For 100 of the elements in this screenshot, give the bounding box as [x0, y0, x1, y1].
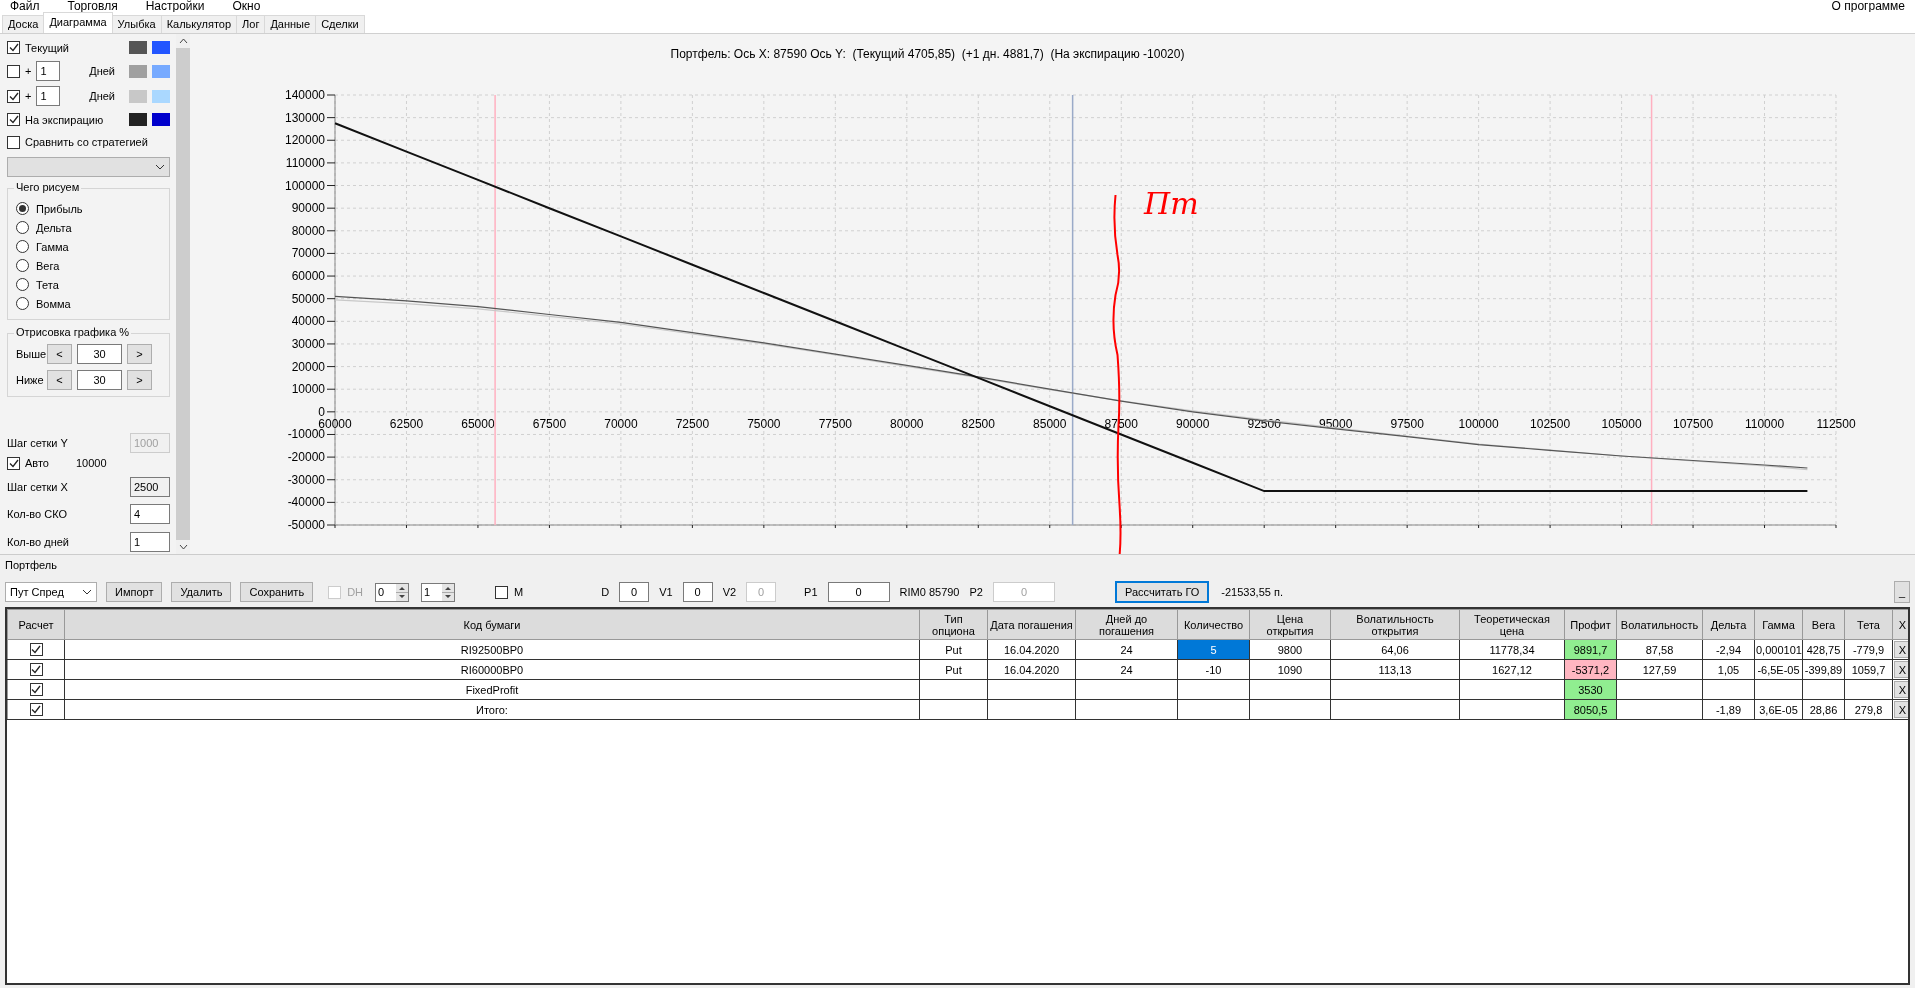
axis-tick-label: -20000 [287, 450, 325, 465]
axis-tick-label: 90000 [291, 201, 325, 216]
delete-button[interactable]: X [1894, 701, 1908, 718]
color-swatch[interactable] [152, 41, 170, 55]
tab[interactable]: Сделки [315, 15, 365, 33]
column-header[interactable]: Цена открытия [1249, 609, 1331, 640]
color-swatch[interactable] [129, 113, 147, 127]
column-header[interactable]: Дней до погашения [1075, 609, 1178, 640]
field-label: P1 [804, 586, 818, 598]
axis-tick-label: 80000 [291, 223, 325, 238]
axis-tick-label: 92500 [1247, 416, 1281, 431]
checkbox-label: M [514, 586, 524, 598]
radio-button[interactable] [16, 297, 29, 310]
radio-label: Вомма [36, 297, 71, 310]
menu-item[interactable]: Окно [232, 0, 261, 12]
column-header[interactable]: Расчет [7, 609, 65, 640]
delete-button[interactable]: X [1894, 641, 1908, 658]
decrease-button[interactable]: < [47, 344, 72, 364]
axis-tick-label: 77500 [818, 416, 852, 431]
menu-item[interactable]: Настройки [145, 0, 205, 12]
menu-item[interactable]: О программе [1831, 0, 1905, 12]
checkbox[interactable] [29, 643, 43, 656]
tab[interactable]: Доска [2, 15, 45, 33]
tab[interactable]: Данные [264, 15, 317, 33]
tab[interactable]: Улыбка [111, 15, 162, 33]
value-field[interactable]: 0 [682, 582, 713, 602]
setting-label: Шаг сетки Y [7, 436, 68, 449]
axis-tick-label: 60000 [291, 268, 325, 283]
radio-button[interactable] [16, 259, 29, 272]
axis-tick-label: 107500 [1673, 416, 1714, 431]
checkbox[interactable] [7, 65, 20, 78]
checkbox[interactable] [7, 89, 20, 103]
checkbox-label: Текущий [25, 41, 69, 54]
value-field[interactable]: 0 [827, 582, 890, 602]
column-header[interactable]: Количество [1177, 609, 1250, 640]
days-field[interactable]: 1 [36, 86, 61, 107]
axis-tick-label: 72500 [675, 416, 710, 431]
column-header[interactable]: Дельта [1702, 609, 1755, 640]
spin-field[interactable]: 1 [421, 582, 456, 602]
color-swatch[interactable] [129, 65, 147, 78]
axis-tick-label: 102500 [1530, 416, 1571, 431]
increase-button[interactable]: > [127, 344, 152, 364]
checkbox[interactable] [7, 113, 20, 127]
menu-item[interactable]: Торговля [67, 0, 118, 12]
checkbox[interactable] [7, 135, 20, 149]
color-swatch[interactable] [129, 89, 147, 103]
minimize-button[interactable]: _ [1894, 581, 1910, 603]
spin-field[interactable]: 0 [375, 582, 410, 602]
checkbox[interactable] [7, 456, 20, 470]
strategy-select[interactable]: Пут Спред [5, 582, 97, 602]
checkbox-label: Авто [25, 457, 49, 470]
column-header[interactable]: Код бумаги [64, 609, 920, 640]
percent-field[interactable]: 30 [77, 370, 122, 390]
setting-field[interactable]: 1 [130, 531, 170, 552]
column-header[interactable]: Гамма [1754, 609, 1803, 640]
column-header[interactable]: Профит [1564, 609, 1617, 640]
delete-button[interactable]: X [1894, 661, 1908, 678]
color-swatch[interactable] [129, 41, 147, 55]
action-button[interactable]: Удалить [171, 582, 232, 602]
column-header[interactable]: Дата погашения [987, 609, 1076, 640]
column-header[interactable]: Вега [1802, 609, 1845, 640]
setting-field[interactable]: 4 [130, 504, 170, 525]
decrease-button[interactable]: < [47, 370, 72, 390]
checkbox[interactable] [29, 663, 43, 676]
color-swatch[interactable] [152, 65, 170, 78]
column-header[interactable]: Тета [1844, 609, 1893, 640]
column-header[interactable]: Волатильность [1616, 609, 1703, 640]
column-header[interactable]: Волатильность открытия [1330, 609, 1460, 640]
action-button[interactable]: Сохранить [240, 582, 314, 602]
setting-field[interactable]: 2500 [130, 476, 170, 497]
radio-button[interactable] [16, 278, 29, 291]
value-field[interactable]: 0 [619, 582, 650, 602]
days-field[interactable]: 1 [36, 61, 61, 82]
percent-field[interactable]: 30 [77, 344, 122, 364]
action-button[interactable]: Импорт [106, 582, 163, 602]
increase-button[interactable]: > [127, 370, 152, 390]
scrollbar[interactable] [176, 34, 190, 554]
tab[interactable]: Калькулятор [160, 15, 238, 33]
axis-tick-label: 112500 [1816, 416, 1856, 431]
radio-button[interactable] [16, 202, 29, 215]
menu-item[interactable]: Файл [10, 0, 40, 12]
checkbox[interactable] [29, 703, 43, 716]
color-swatch[interactable] [152, 113, 170, 127]
tab[interactable]: Лог [236, 15, 266, 33]
checkbox[interactable] [29, 683, 43, 696]
checkbox[interactable] [7, 41, 20, 55]
axis-tick-label: -10000 [287, 427, 325, 442]
checkbox[interactable] [495, 585, 509, 599]
chevron-down-icon [82, 589, 92, 595]
radio-label: Тета [36, 278, 59, 291]
color-swatch[interactable] [152, 89, 170, 103]
axis-tick-label: 82500 [961, 416, 995, 431]
column-header[interactable]: Тип опциона [919, 609, 988, 640]
column-header[interactable]: Теоретическая цена [1459, 609, 1565, 640]
days-label: Дней [89, 65, 115, 78]
delete-button[interactable]: X [1894, 681, 1908, 698]
axis-tick-label: 40000 [291, 314, 325, 329]
radio-button[interactable] [16, 221, 29, 234]
action-button[interactable]: Рассчитать ГО [1114, 581, 1210, 603]
radio-button[interactable] [16, 240, 29, 253]
